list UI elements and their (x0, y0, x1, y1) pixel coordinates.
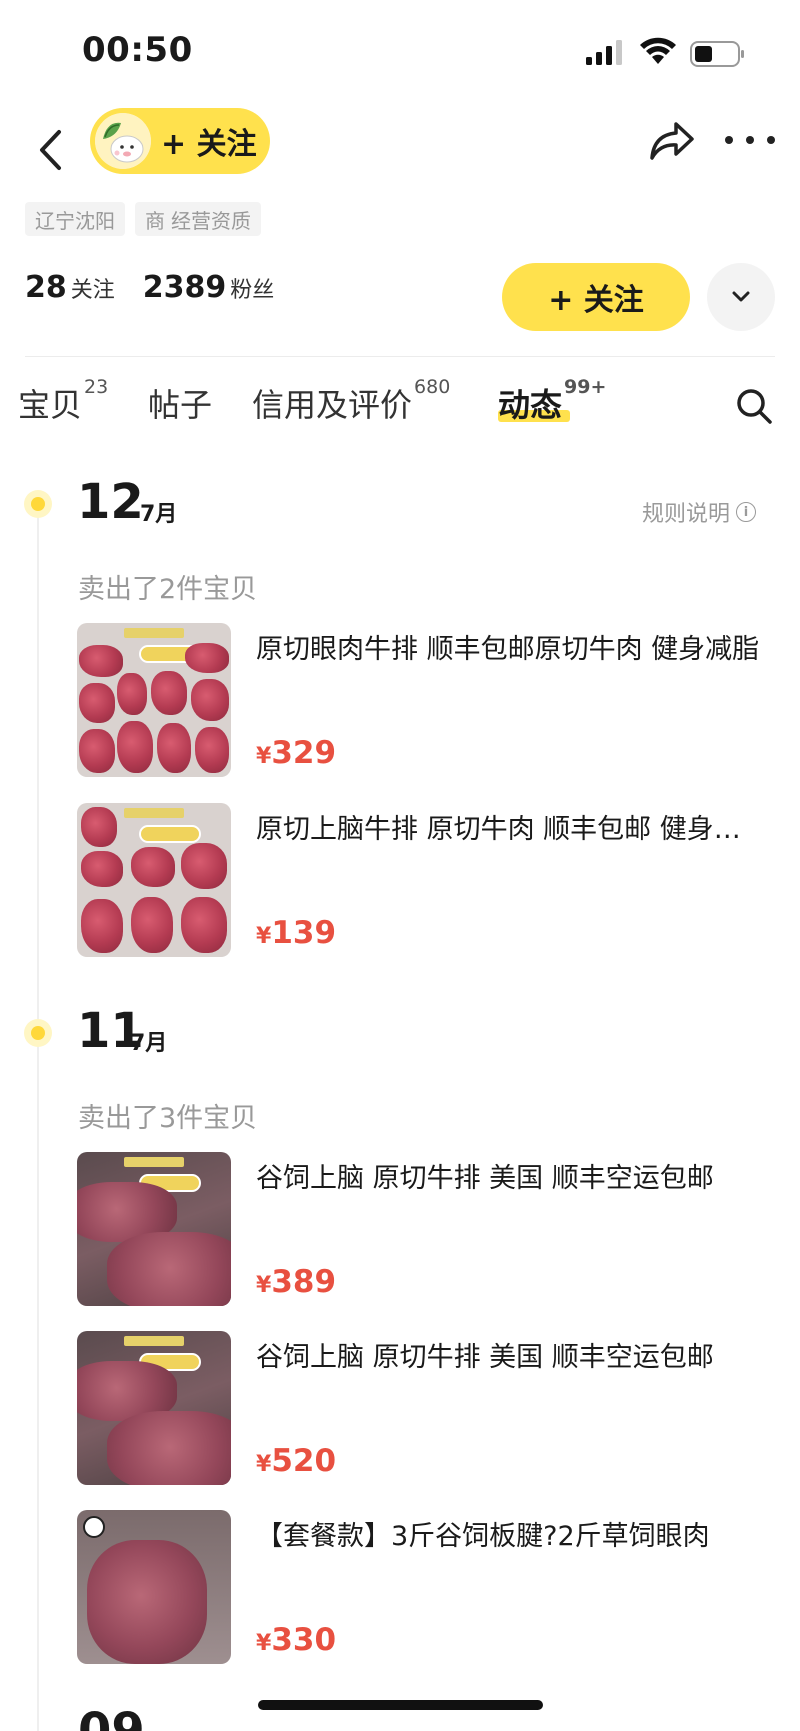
thumbnail-banner (124, 628, 184, 638)
avatar[interactable] (95, 113, 151, 169)
list-item[interactable]: 谷饲上脑 原切牛排 美国 顺丰空运包邮 ¥389 (77, 1152, 777, 1307)
timeline-dot (24, 490, 52, 518)
tab-items-label: 宝贝 (18, 386, 83, 424)
following-label[interactable]: 关注 (71, 272, 115, 304)
location-tag-label: 辽宁沈阳 (35, 208, 115, 233)
location-tag: 辽宁沈阳 (25, 202, 125, 236)
price-symbol: ¥ (256, 1452, 272, 1477)
tab-credit-reviews-badge: 680 (414, 376, 451, 398)
product-thumbnail[interactable] (77, 1510, 231, 1664)
home-indicator[interactable] (258, 1700, 543, 1710)
item-price: ¥329 (256, 735, 336, 771)
chevron-left-icon (40, 130, 61, 170)
chevron-down-icon (732, 291, 750, 302)
stats-row: 28 关注 2389 粉丝 (25, 270, 302, 305)
thumbnail-banner (124, 1157, 184, 1167)
thumbnail-banner (124, 808, 184, 818)
list-item[interactable]: 【套餐款】3斤谷饲板腱?2斤草饲眼肉 ¥330 (77, 1510, 777, 1665)
tab-credit-reviews-label: 信用及评价 (252, 386, 413, 424)
item-price: ¥520 (256, 1443, 336, 1479)
wifi-icon (640, 37, 676, 64)
shop-icon: 商 (145, 208, 165, 233)
thumbnail-badge (139, 825, 201, 843)
sf-logo-icon (83, 1516, 105, 1538)
avatar-image (95, 113, 151, 169)
rules-link[interactable]: 规则说明 i (642, 496, 757, 528)
thumbnail-banner (124, 1336, 184, 1346)
status-time: 00:50 (82, 30, 193, 70)
more-dot-icon (767, 136, 775, 144)
tab-credit-reviews[interactable]: 信用及评价 680 (252, 376, 450, 426)
following-count[interactable]: 28 (25, 270, 67, 305)
list-item[interactable]: 谷饲上脑 原切牛排 美国 顺丰空运包邮 ¥520 (77, 1331, 777, 1486)
timeline-day: 12 (77, 474, 144, 530)
fans-count[interactable]: 2389 (143, 270, 227, 305)
status-bar: 00:50 (0, 0, 800, 100)
tab-activity-label: 动态 (498, 386, 563, 424)
item-price: ¥330 (256, 1622, 336, 1658)
item-title[interactable]: 【套餐款】3斤谷饲板腱?2斤草饲眼肉 (256, 1514, 766, 1553)
timeline-dot (24, 1019, 52, 1047)
price-symbol: ¥ (256, 1631, 272, 1656)
tab-posts[interactable]: 帖子 (148, 380, 212, 426)
follow-pill-label: + 关注 (161, 127, 257, 162)
price-value: 389 (271, 1264, 337, 1300)
price-symbol: ¥ (256, 1273, 272, 1298)
price-value: 139 (271, 915, 337, 951)
info-icon: i (736, 502, 757, 522)
list-item[interactable]: 原切眼肉牛排 顺丰包邮原切牛肉 健身减脂 ¥329 (77, 623, 777, 778)
timeline-month: 7月 (130, 1031, 168, 1056)
tab-items-badge: 23 (84, 376, 109, 398)
seller-tags: 辽宁沈阳 商 经营资质 (25, 202, 261, 236)
item-title[interactable]: 原切上脑牛排 原切牛肉 顺丰包邮 健身减脂 (256, 807, 766, 846)
more-options-button[interactable] (725, 125, 775, 155)
tab-items[interactable]: 宝贝 23 (18, 376, 108, 426)
sold-summary: 卖出了2件宝贝 (78, 574, 258, 605)
timeline-line (37, 500, 39, 1731)
battery-icon (690, 41, 744, 67)
timeline-day: 09 (78, 1705, 145, 1731)
list-item[interactable]: 原切上脑牛排 原切牛肉 顺丰包邮 健身减脂 ¥139 (77, 803, 777, 958)
cellular-signal-icon (586, 40, 622, 65)
item-title[interactable]: 谷饲上脑 原切牛排 美国 顺丰空运包邮 (256, 1335, 766, 1374)
price-symbol: ¥ (256, 924, 272, 949)
product-thumbnail[interactable] (77, 1331, 231, 1485)
more-dot-icon (746, 136, 754, 144)
timeline-month: 7月 (140, 502, 178, 527)
business-license-label: 经营资质 (171, 208, 251, 233)
search-icon[interactable] (734, 386, 774, 426)
share-icon[interactable] (648, 118, 696, 164)
item-price: ¥389 (256, 1264, 336, 1300)
divider (25, 356, 775, 357)
product-thumbnail[interactable] (77, 623, 231, 777)
header-follow-button[interactable]: + 关注 (90, 108, 270, 174)
item-price: ¥139 (256, 915, 336, 951)
back-button[interactable] (28, 120, 72, 180)
price-symbol: ¥ (256, 744, 272, 769)
profile-tabs: 宝贝 23 帖子 信用及评价 680 动态 99+ (18, 376, 778, 430)
price-value: 520 (271, 1443, 337, 1479)
price-value: 329 (271, 735, 337, 771)
fans-label[interactable]: 粉丝 (230, 272, 274, 304)
tab-activity-badge: 99+ (564, 376, 607, 398)
item-title[interactable]: 原切眼肉牛排 顺丰包邮原切牛肉 健身减脂 (256, 627, 766, 666)
product-thumbnail[interactable] (77, 1152, 231, 1306)
product-thumbnail[interactable] (77, 803, 231, 957)
price-value: 330 (271, 1622, 337, 1658)
expand-button[interactable] (707, 263, 775, 331)
tab-activity[interactable]: 动态 99+ (498, 376, 606, 426)
tab-posts-label: 帖子 (148, 386, 213, 424)
rules-label: 规则说明 (642, 502, 731, 527)
more-dot-icon (725, 136, 733, 144)
sold-summary: 卖出了3件宝贝 (78, 1103, 258, 1134)
follow-button[interactable]: + 关注 (502, 263, 690, 331)
item-title[interactable]: 谷饲上脑 原切牛排 美国 顺丰空运包邮 (256, 1156, 766, 1195)
business-license-tag[interactable]: 商 经营资质 (135, 202, 261, 236)
